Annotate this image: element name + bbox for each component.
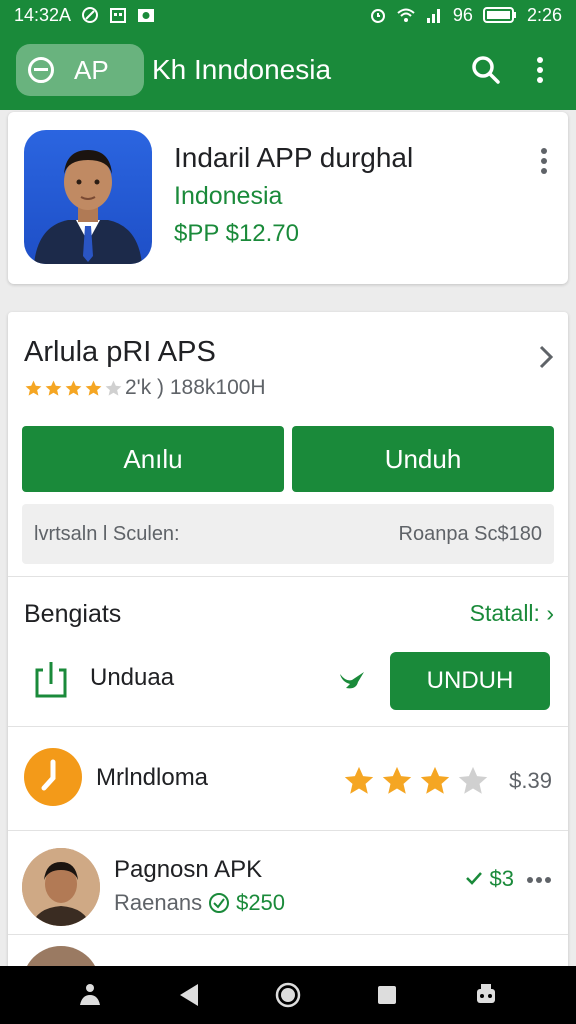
rating-stars [24, 379, 123, 398]
recents-button[interactable] [367, 975, 407, 1015]
chip-label: AP [74, 54, 109, 85]
download-row-label: Unduaa [90, 664, 175, 691]
accessibility-button[interactable] [70, 975, 110, 1015]
navigation-bar [0, 966, 576, 1024]
clock-app-icon[interactable] [24, 748, 82, 806]
star-icon [25, 380, 42, 396]
item-row-price: $.39 [509, 768, 552, 793]
person-portrait-icon [34, 150, 142, 264]
apk-row-price: $3 [465, 866, 514, 892]
apk-row-subtitle: Raenans $250 [114, 890, 285, 916]
recents-icon [378, 986, 397, 1004]
primary-left-button[interactable]: Anılu [22, 426, 284, 492]
star-icon [382, 766, 412, 794]
extra-button[interactable] [466, 975, 506, 1015]
download-button[interactable]: Unduh [292, 426, 554, 492]
status-bar: 14:32A 96 2:26 [0, 0, 576, 30]
check-circle-icon [209, 893, 230, 913]
search-button[interactable] [466, 50, 506, 90]
check-icon [466, 872, 483, 885]
app-title: Indaril APP durghal [174, 142, 414, 173]
avatar[interactable] [22, 848, 100, 926]
item-row-label[interactable]: Mrlndloma [96, 764, 208, 792]
details-title: Arlula pRI APS [24, 336, 216, 368]
section-link-label: Statall: [469, 600, 540, 626]
person-avatar-icon [22, 848, 100, 926]
more-vert-icon [537, 57, 543, 83]
star-icon [420, 766, 450, 794]
divider [8, 934, 568, 935]
share-download-icon [35, 662, 67, 698]
battery-icon [482, 7, 516, 23]
apk-row-subtitle-text: Raenans [114, 890, 203, 915]
home-icon [275, 982, 301, 1008]
rating-line: 2'k ) 188k100H [24, 376, 266, 400]
sync-icon [82, 7, 99, 23]
home-button[interactable] [268, 975, 308, 1015]
star-icon [105, 380, 122, 396]
star-icon [65, 380, 82, 396]
chevron-right-icon[interactable] [536, 344, 556, 370]
star-icon [85, 380, 102, 396]
minus-circle-icon [28, 57, 54, 83]
more-vert-icon[interactable] [534, 146, 554, 176]
divider [8, 830, 568, 831]
unduh-button[interactable]: UNDUH [390, 652, 550, 710]
wifi-icon [397, 8, 415, 22]
clock-icon [41, 759, 56, 791]
bird-icon [340, 672, 364, 689]
back-button[interactable] [169, 975, 209, 1015]
star-icon [458, 766, 488, 794]
status-time-right: 2:26 [526, 4, 562, 25]
battery-text: 96 [452, 4, 473, 25]
alarm-icon [370, 9, 385, 23]
apk-row-title[interactable]: Pagnosn APK [114, 856, 262, 884]
status-time: 14:32A [14, 4, 72, 25]
home-chip[interactable]: AP [16, 44, 144, 96]
search-icon [472, 56, 500, 84]
info-box: lvrtsaln l Sculen: Roanpa Sc$180 [22, 504, 554, 564]
back-icon [179, 984, 198, 1006]
item-row-stars [342, 764, 490, 798]
more-horiz-icon[interactable] [526, 876, 552, 884]
rating-text: 2'k ) 188k100H [125, 376, 266, 399]
app-developer[interactable]: Indonesia [174, 182, 282, 211]
app-card[interactable]: Indaril APP durghal Indonesia $PP $12.70 [8, 112, 568, 284]
overflow-menu-button[interactable] [520, 50, 560, 90]
app-icon [24, 130, 152, 264]
apk-row-subtitle-price: $250 [236, 890, 286, 915]
divider [8, 576, 568, 577]
chevron-right-icon: › [546, 600, 554, 626]
robot-icon [477, 984, 496, 1003]
star-icon [45, 380, 62, 396]
app-bar: AP Kh Inndonesia [0, 30, 576, 110]
star-icon [344, 766, 374, 794]
info-right: Roanpa Sc$180 [398, 522, 542, 545]
info-left: lvrtsaln l Sculen: [34, 522, 180, 545]
details-card: Arlula pRI APS 2'k ) 188k100H Anılu Undu… [8, 312, 568, 1024]
app-price: $PP $12.70 [174, 220, 300, 247]
app-bar-title: Kh Inndonesia [152, 54, 332, 85]
calendar-icon [110, 8, 127, 23]
photo-icon [138, 9, 155, 22]
section-title: Bengiats [24, 600, 122, 628]
section-link[interactable]: Statall: › [470, 600, 554, 627]
apk-row-price-text: $3 [489, 866, 514, 891]
signal-icon [426, 9, 440, 23]
accessibility-icon [79, 984, 100, 1005]
divider [8, 726, 568, 727]
